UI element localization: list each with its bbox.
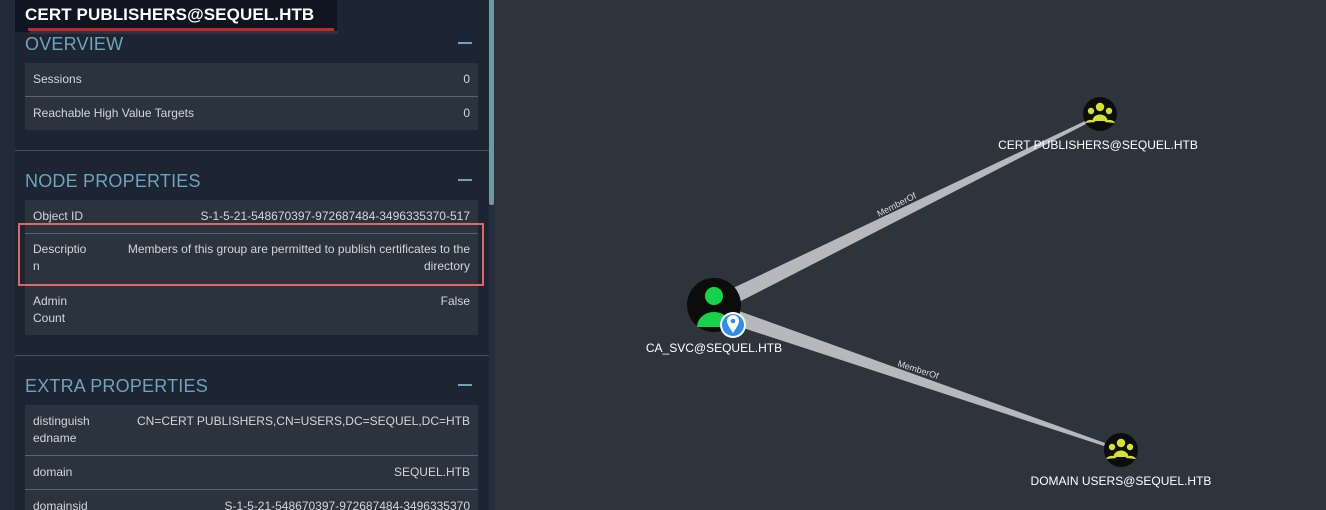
node-title: CERT PUBLISHERS@SEQUEL.HTB xyxy=(25,5,315,24)
panel-edge xyxy=(0,0,15,510)
property-row-distinguishedname: distinguish edname CN=CERT PUBLISHERS,CN… xyxy=(25,405,478,455)
section-divider xyxy=(15,150,489,151)
section-header-overview[interactable]: OVERVIEW xyxy=(25,34,123,55)
dn-label: distinguish edname xyxy=(33,414,90,445)
sessions-label: Sessions xyxy=(33,72,82,86)
property-row-domain: domain SEQUEL.HTB xyxy=(25,456,478,489)
property-row-domainsid: domainsid S-1-5-21-548670397-972687484-3… xyxy=(25,490,478,510)
sessions-value: 0 xyxy=(463,72,470,86)
node-label-domain-users: DOMAIN USERS@SEQUEL.HTB xyxy=(1031,474,1212,488)
section-header-extra-properties[interactable]: EXTRA PROPERTIES xyxy=(25,376,208,397)
scrollbar-thumb[interactable] xyxy=(489,0,494,205)
node-info-panel: CERT PUBLISHERS@SEQUEL.HTB OVERVIEW Sess… xyxy=(0,0,495,510)
dn-value: CN=CERT PUBLISHERS,CN=USERS,DC=SEQUEL,DC… xyxy=(137,414,470,428)
graph-canvas[interactable]: MemberOf MemberOf CERT PUBLISHERS@SEQUEL… xyxy=(495,0,1326,510)
admin-count-value: False xyxy=(440,294,470,308)
node-label-ca-svc: CA_SVC@SEQUEL.HTB xyxy=(646,341,782,355)
overview-row-sessions[interactable]: Sessions 0 xyxy=(25,63,478,96)
property-row-admin-count: Admin Count False xyxy=(25,285,478,335)
section-header-node-properties[interactable]: NODE PROPERTIES xyxy=(25,171,201,192)
overview-row-reachable[interactable]: Reachable High Value Targets 0 xyxy=(25,97,478,130)
admin-count-label: Admin Count xyxy=(33,294,68,325)
domainsid-label: domainsid xyxy=(33,499,88,510)
collapse-node-properties-icon[interactable] xyxy=(458,179,472,181)
domain-label: domain xyxy=(33,465,73,479)
node-label-cert-publishers: CERT PUBLISHERS@SEQUEL.HTB xyxy=(998,138,1198,152)
domainsid-value: S-1-5-21-548670397-972687484-3496335370 xyxy=(224,499,470,510)
description-highlight-box xyxy=(18,223,484,286)
graph-node-cert-publishers[interactable] xyxy=(1083,97,1117,131)
edge-memberof-domain-users[interactable] xyxy=(731,311,1105,446)
map-pin-icon xyxy=(720,312,746,338)
reachable-value: 0 xyxy=(463,106,470,120)
reachable-label: Reachable High Value Targets xyxy=(33,106,194,120)
graph-node-domain-users[interactable] xyxy=(1104,433,1138,467)
section-divider xyxy=(15,355,489,356)
domain-value: SEQUEL.HTB xyxy=(393,465,470,479)
collapse-extra-properties-icon[interactable] xyxy=(458,384,472,386)
collapse-overview-icon[interactable] xyxy=(458,42,472,44)
